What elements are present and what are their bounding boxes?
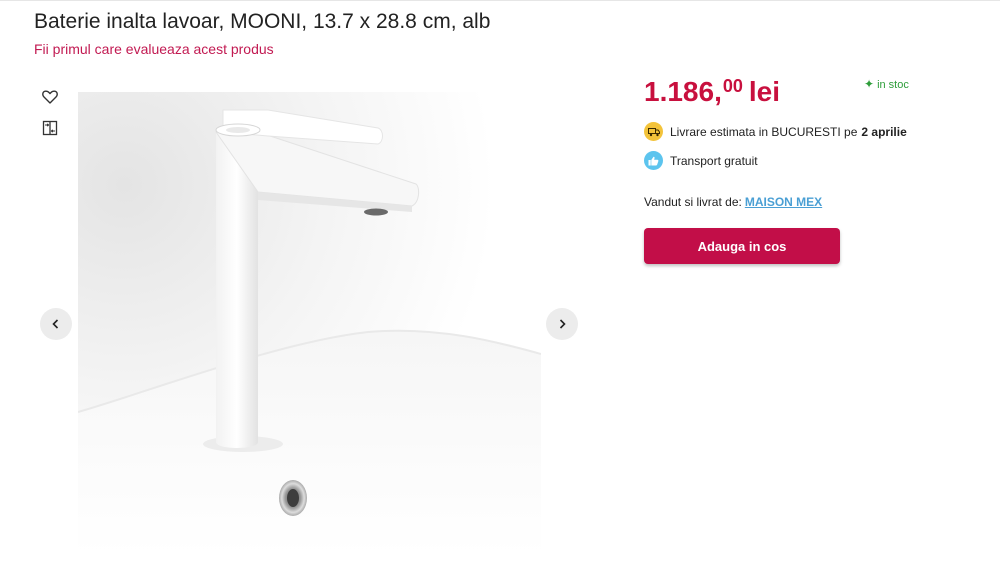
price-currency: lei [748, 76, 781, 107]
top-divider [0, 0, 1000, 1]
gallery-next-button[interactable] [546, 308, 578, 340]
page-title: Baterie inalta lavoar, MOONI, 13.7 x 28.… [34, 10, 491, 33]
compare-icon[interactable] [41, 119, 59, 137]
thumbs-up-icon [644, 151, 663, 170]
add-to-cart-button[interactable]: Adauga in cos [644, 228, 840, 264]
chevron-right-icon [559, 319, 566, 329]
heart-icon[interactable] [41, 88, 59, 106]
shipping-info: Transport gratuit [644, 151, 758, 170]
stock-label: in stoc [877, 79, 909, 91]
gallery-prev-button[interactable] [40, 308, 72, 340]
shipping-text: Transport gratuit [670, 153, 758, 168]
seller-label: Vandut si livrat de: [644, 195, 742, 209]
chevron-left-icon [52, 319, 59, 329]
review-link[interactable]: Fii primul care evalueaza acest produs [34, 41, 274, 57]
delivery-info: Livrare estimata in BUCURESTI pe 2 aprili… [644, 122, 907, 141]
stock-status: ✦ in stoc [864, 77, 909, 91]
truck-icon [644, 122, 663, 141]
product-image [78, 92, 541, 556]
delivery-text: Livrare estimata in BUCURESTI pe [670, 124, 858, 139]
sparkle-icon: ✦ [864, 77, 875, 91]
price-integer: 1.186, [644, 76, 722, 107]
seller-info: Vandut si livrat de: MAISON MEX [644, 195, 822, 209]
delivery-date: 2 aprilie [861, 124, 907, 139]
price: 1.186,00 lei [644, 76, 780, 108]
price-decimals: 00 [722, 76, 743, 96]
seller-link[interactable]: MAISON MEX [745, 195, 822, 209]
